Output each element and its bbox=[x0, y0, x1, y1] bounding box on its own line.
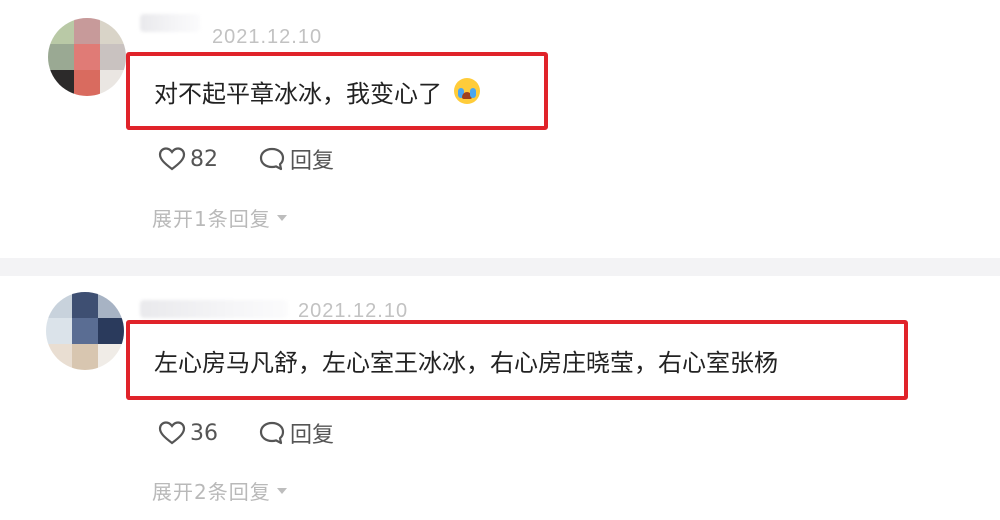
reply-label: 回复 bbox=[290, 149, 335, 174]
expand-replies[interactable]: 展开1条回复 bbox=[152, 203, 287, 232]
speech-bubble-icon bbox=[259, 421, 285, 445]
crying-face-emoji bbox=[454, 78, 480, 104]
heart-icon bbox=[158, 147, 186, 171]
heart-icon bbox=[158, 421, 186, 445]
reply-label: 回复 bbox=[290, 423, 335, 448]
username-blurred[interactable] bbox=[140, 14, 200, 32]
expand-replies[interactable]: 展开2条回复 bbox=[152, 476, 287, 505]
username-blurred[interactable] bbox=[140, 300, 288, 318]
chevron-down-icon bbox=[276, 487, 287, 494]
comment-text-highlighted: 左心房马凡舒，左心室王冰冰，右心房庄晓莹，右心室张杨 bbox=[126, 320, 908, 400]
avatar[interactable] bbox=[46, 292, 124, 370]
like-button[interactable]: 36 bbox=[158, 420, 218, 446]
like-count: 36 bbox=[190, 420, 218, 446]
comment-divider bbox=[0, 258, 1000, 276]
speech-bubble-icon bbox=[259, 147, 285, 171]
expand-replies-label: 展开1条回复 bbox=[152, 207, 271, 231]
comment-item: 2021.12.10 左心房马凡舒，左心室王冰冰，右心房庄晓莹，右心室张杨 36… bbox=[0, 276, 1000, 520]
comment-actions: 36 回复 bbox=[158, 417, 334, 449]
reply-button[interactable]: 回复 bbox=[258, 417, 334, 449]
comment-text: 对不起平章冰冰，我变心了 bbox=[154, 79, 442, 108]
comment-text-highlighted: 对不起平章冰冰，我变心了 bbox=[126, 52, 548, 130]
like-button[interactable]: 82 bbox=[158, 146, 218, 172]
comment-actions: 82 回复 bbox=[158, 143, 334, 175]
comment-timestamp: 2021.12.10 bbox=[212, 26, 323, 48]
comment-item: 2021.12.10 对不起平章冰冰，我变心了 82 回复 展开1条回复 bbox=[0, 0, 1000, 258]
like-count: 82 bbox=[190, 146, 218, 172]
reply-button[interactable]: 回复 bbox=[258, 143, 334, 175]
expand-replies-label: 展开2条回复 bbox=[152, 480, 271, 504]
comment-text: 左心房马凡舒，左心室王冰冰，右心房庄晓莹，右心室张杨 bbox=[154, 348, 778, 377]
chevron-down-icon bbox=[276, 214, 287, 221]
avatar[interactable] bbox=[48, 18, 126, 96]
